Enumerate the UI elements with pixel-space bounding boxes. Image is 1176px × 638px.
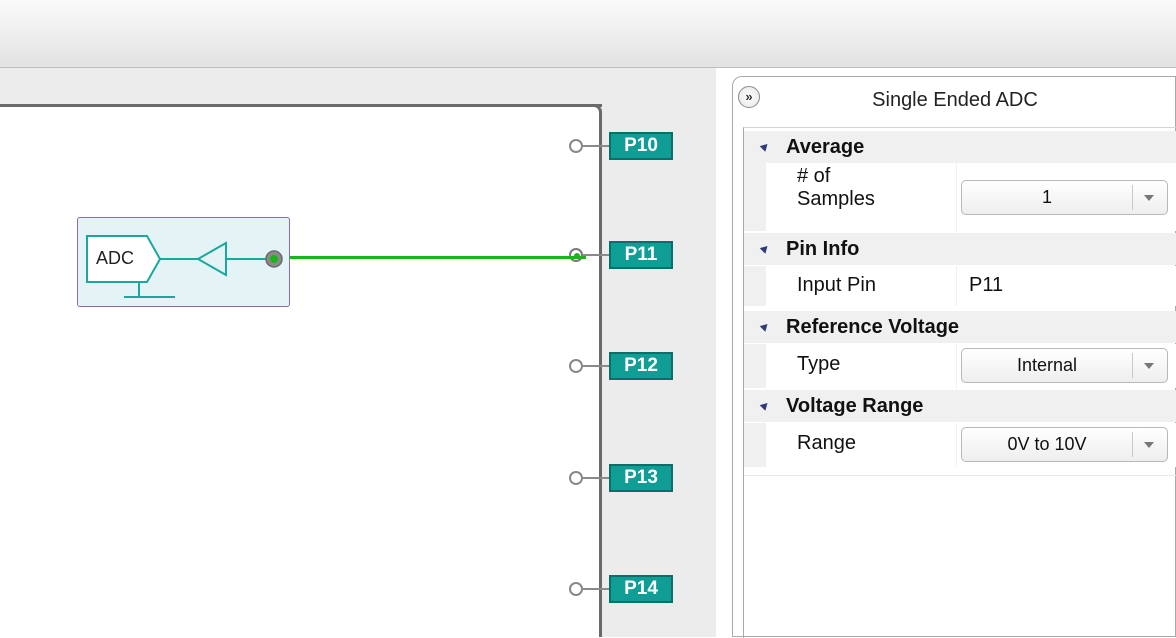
chevron-down-icon[interactable] (1144, 195, 1154, 201)
pin-connector-icon[interactable] (569, 248, 583, 262)
range-dropdown[interactable]: 0V to 10V (961, 427, 1168, 462)
category-label: Average (786, 136, 865, 158)
samples-name-line1: # of (797, 165, 831, 187)
pin-connector-icon[interactable] (569, 471, 583, 485)
pin-label[interactable]: P13 (609, 464, 673, 492)
pin-p10[interactable]: P10 (569, 132, 689, 162)
pin-connector-icon[interactable] (569, 139, 583, 153)
device-border-top (0, 104, 602, 107)
collapse-arrow-icon[interactable] (759, 141, 771, 152)
type-dropdown[interactable]: Internal (961, 348, 1168, 383)
property-name: Type (797, 353, 841, 375)
pin-p14[interactable]: P14 (569, 575, 689, 605)
property-name: # of Samples (797, 165, 875, 211)
grid-divider (744, 475, 1176, 476)
dropdown-value: Internal (1016, 355, 1078, 375)
chevron-down-icon[interactable] (1144, 442, 1154, 448)
dropdown-value: 1 (1041, 187, 1052, 207)
pin-p13[interactable]: P13 (569, 464, 689, 494)
pin-label[interactable]: P14 (609, 575, 673, 603)
connection-wire[interactable] (276, 256, 586, 259)
top-toolbar (0, 0, 1176, 68)
chevron-down-icon[interactable] (1144, 363, 1154, 369)
category-reference-voltage[interactable]: Reference Voltage (744, 311, 1176, 343)
property-row-range: Range 0V to 10V (744, 423, 1176, 467)
canvas-workspace[interactable] (0, 106, 600, 637)
property-row-input-pin: Input Pin P11 (744, 266, 1176, 306)
pin-label[interactable]: P12 (609, 352, 673, 380)
category-label: Pin Info (786, 238, 860, 260)
pin-label[interactable]: P11 (609, 241, 673, 269)
pin-stub (583, 365, 609, 367)
collapse-arrow-icon[interactable] (759, 400, 771, 411)
category-label: Reference Voltage (786, 316, 960, 338)
pin-stub (583, 588, 609, 590)
properties-panel: » Single Ended ADC Average # of Samples … (732, 76, 1176, 638)
dropdown-value: 0V to 10V (1007, 434, 1087, 454)
pin-p11[interactable]: P11 (569, 241, 689, 271)
pin-p12[interactable]: P12 (569, 352, 689, 382)
category-label: Voltage Range (786, 395, 924, 417)
pin-connector-icon[interactable] (569, 359, 583, 373)
property-row-type: Type Internal (744, 344, 1176, 388)
property-name: Input Pin (797, 274, 876, 296)
input-pin-value: P11 (969, 274, 1004, 296)
category-average[interactable]: Average (744, 131, 1176, 163)
adc-block-label: ADC (96, 248, 135, 268)
adc-block[interactable]: ADC (77, 217, 290, 307)
property-name: Range (797, 432, 856, 454)
collapse-arrow-icon[interactable] (759, 321, 771, 332)
samples-dropdown[interactable]: 1 (961, 180, 1168, 215)
pin-stub (583, 254, 609, 256)
category-pin-info[interactable]: Pin Info (744, 233, 1176, 265)
property-grid: Average # of Samples 1 Pin Info Input Pi… (743, 127, 1176, 638)
property-row-samples: # of Samples 1 (744, 163, 1176, 231)
panel-title: Single Ended ADC (872, 89, 1038, 111)
samples-name-line2: Samples (797, 188, 875, 210)
collapse-arrow-icon[interactable] (759, 243, 771, 254)
pin-stub (583, 477, 609, 479)
category-voltage-range[interactable]: Voltage Range (744, 390, 1176, 422)
pin-stub (583, 145, 609, 147)
pin-connector-icon[interactable] (569, 582, 583, 596)
pin-label[interactable]: P10 (609, 132, 673, 160)
